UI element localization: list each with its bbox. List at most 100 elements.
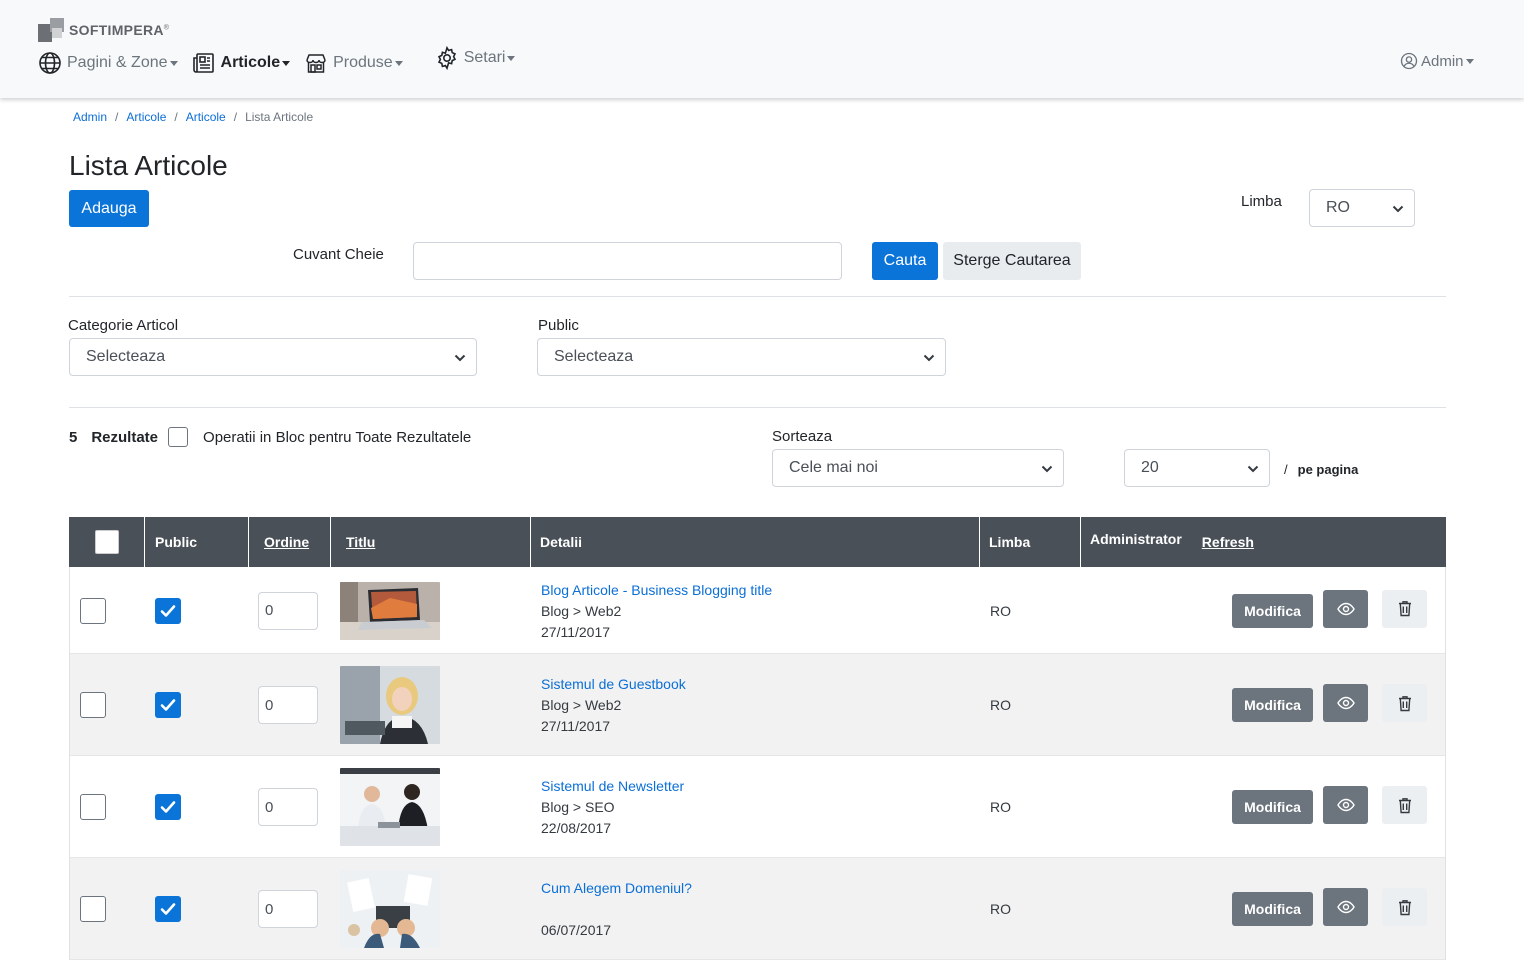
brand-name: SOFTIMPERA® (69, 22, 170, 38)
delete-button[interactable] (1382, 684, 1427, 722)
article-date: 27/11/2017 (541, 718, 611, 734)
per-page-select[interactable]: 20 (1124, 449, 1270, 487)
chevron-down-icon (923, 354, 935, 362)
per-page-text: pe pagina (1297, 462, 1359, 477)
chevron-down-icon (1041, 465, 1053, 473)
breadcrumb-link-admin[interactable]: Admin (73, 110, 107, 124)
breadcrumb-link-articole[interactable]: Articole (126, 110, 166, 124)
public-checkbox[interactable] (155, 896, 181, 922)
checkmark-icon (160, 699, 176, 711)
refresh-link[interactable]: Refresh (1202, 534, 1254, 550)
delete-button[interactable] (1382, 786, 1427, 824)
table-header: Public Ordine Titlu Detalii Limba Admini… (69, 517, 1446, 567)
results-label: Rezultate (91, 428, 159, 446)
breadcrumb: Admin / Articole / Articole / Lista Arti… (73, 110, 313, 124)
keyword-label: Cuvant Cheie (293, 246, 384, 263)
nav-item-label: Articole (220, 54, 281, 71)
category-select-value: Selecteaza (86, 348, 166, 365)
edit-button[interactable]: Modifica (1232, 688, 1313, 722)
per-page-select-value: 20 (1141, 459, 1159, 476)
article-title-link[interactable]: Sistemul de Newsletter (541, 778, 684, 794)
row-select-checkbox[interactable] (80, 896, 106, 922)
nav-item-pagini-zone[interactable]: Pagini & Zone (38, 51, 178, 75)
user-circle-icon (1400, 52, 1418, 70)
user-menu[interactable]: Admin (1400, 52, 1474, 70)
view-button[interactable] (1323, 786, 1368, 824)
order-input[interactable]: 0 (258, 890, 318, 928)
article-title-link[interactable]: Blog Articole - Business Blogging title (541, 582, 772, 598)
article-language: RO (990, 697, 1011, 713)
article-thumbnail[interactable] (340, 768, 440, 846)
globe-icon (39, 52, 61, 74)
chevron-down-icon (1247, 465, 1259, 473)
language-select-value: RO (1326, 199, 1350, 216)
article-thumbnail[interactable] (340, 870, 440, 948)
logo-mark-icon (38, 18, 68, 42)
chevron-down-icon (1392, 205, 1404, 213)
articles-table: Public Ordine Titlu Detalii Limba Admini… (69, 517, 1446, 960)
trash-icon (1398, 899, 1411, 915)
view-button[interactable] (1323, 888, 1368, 926)
clear-search-button[interactable]: Sterge Cautarea (943, 242, 1081, 280)
sort-select[interactable]: Cele mai noi (772, 449, 1064, 487)
nav-item-label: Produse (333, 54, 393, 71)
nav-item-label: Setari (463, 49, 506, 66)
eye-icon (1336, 602, 1355, 615)
select-all-checkbox[interactable] (94, 530, 119, 554)
search-button[interactable]: Cauta (872, 242, 938, 280)
nav-item-articole[interactable]: Articole (192, 51, 291, 75)
header-order[interactable]: Ordine (249, 517, 331, 567)
article-thumbnail[interactable] (340, 581, 440, 640)
newspaper-icon (192, 53, 214, 73)
table-row: 0 Sistemul de Guestbook Blog > Web2 27/1… (69, 654, 1446, 756)
view-button[interactable] (1323, 589, 1368, 628)
store-icon (306, 54, 326, 73)
public-checkbox[interactable] (155, 794, 181, 820)
header-admin-label: Administrator (1090, 531, 1182, 547)
row-select-checkbox[interactable] (80, 794, 106, 820)
delete-button[interactable] (1382, 888, 1427, 926)
brand-logo[interactable]: SOFTIMPERA® (38, 18, 169, 42)
top-navbar: SOFTIMPERA® Pagini & Zone Articole Produ… (0, 0, 1524, 98)
public-checkbox[interactable] (155, 692, 181, 718)
gear-icon (437, 46, 456, 70)
article-language: RO (990, 799, 1011, 815)
language-select[interactable]: RO (1309, 189, 1415, 227)
article-thumbnail[interactable] (340, 666, 440, 744)
table-row: 0 Blog Articole - Business Blogging titl… (69, 567, 1446, 654)
order-input[interactable]: 0 (258, 591, 318, 630)
order-input[interactable]: 0 (258, 788, 318, 826)
edit-button[interactable]: Modifica (1232, 593, 1313, 628)
keyword-input[interactable] (413, 242, 842, 280)
article-language: RO (990, 901, 1011, 917)
bulk-operations-label: Operatii in Bloc pentru Toate Rezultatel… (203, 428, 472, 446)
public-checkbox[interactable] (155, 597, 181, 624)
view-button[interactable] (1323, 684, 1368, 722)
checkmark-icon (160, 903, 176, 915)
header-title[interactable]: Titlu (331, 517, 531, 567)
row-select-checkbox[interactable] (80, 692, 106, 718)
edit-button[interactable]: Modifica (1232, 892, 1313, 926)
nav-item-setari[interactable]: Setari (435, 46, 516, 70)
order-input[interactable]: 0 (258, 686, 318, 724)
eye-icon (1336, 696, 1355, 710)
category-label: Categorie Articol (68, 317, 179, 334)
public-select[interactable]: Selecteaza (537, 338, 946, 376)
article-title-link[interactable]: Cum Alegem Domeniul? (541, 880, 692, 896)
caret-down-icon (507, 55, 516, 61)
row-select-checkbox[interactable] (80, 597, 106, 624)
edit-button[interactable]: Modifica (1232, 790, 1313, 824)
add-article-button[interactable]: Adauga (69, 190, 149, 227)
breadcrumb-link-articole-list[interactable]: Articole (186, 110, 226, 124)
header-select-all (69, 517, 145, 567)
article-date: 22/08/2017 (541, 820, 612, 836)
caret-down-icon (1465, 58, 1474, 64)
nav-item-produse[interactable]: Produse (304, 51, 403, 75)
delete-button[interactable] (1382, 589, 1427, 628)
article-title-link[interactable]: Sistemul de Guestbook (541, 676, 686, 692)
trash-icon (1398, 695, 1411, 711)
bulk-operations-checkbox[interactable] (168, 427, 189, 447)
language-label: Limba (1241, 193, 1282, 210)
category-select[interactable]: Selecteaza (69, 338, 477, 376)
header-admin: Administrator Refresh (1081, 517, 1446, 567)
